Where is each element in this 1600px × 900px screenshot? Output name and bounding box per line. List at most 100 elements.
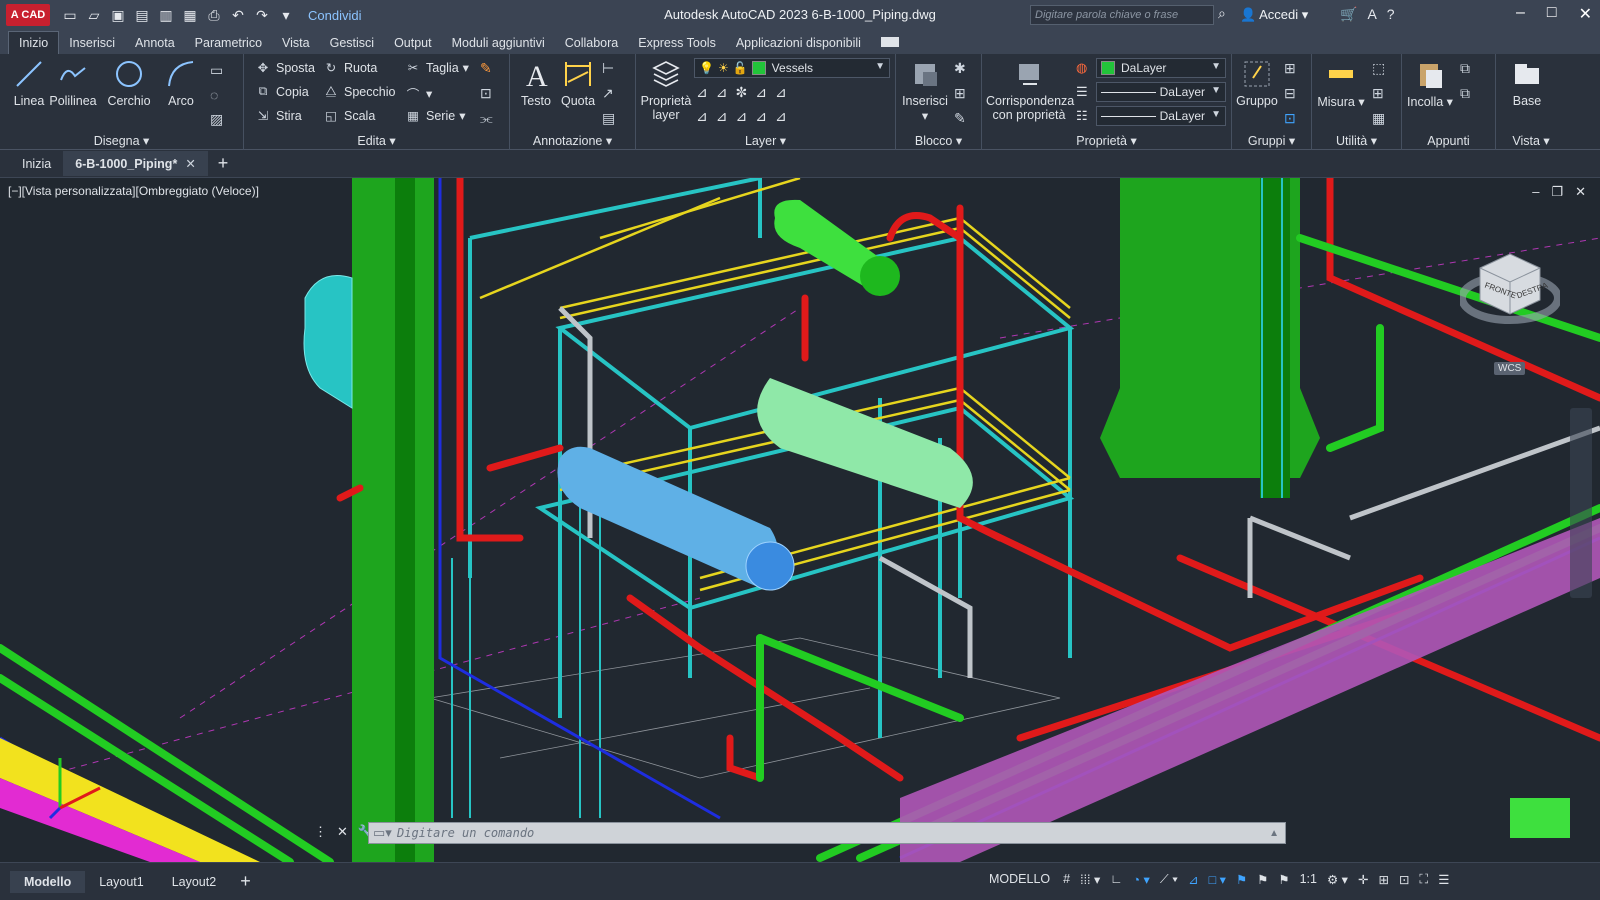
- calculator-icon[interactable]: ▦: [1372, 110, 1385, 127]
- select-all-icon[interactable]: ⊞: [1372, 85, 1385, 102]
- paste-button[interactable]: Incolla ▾: [1406, 58, 1454, 109]
- tab-start[interactable]: Inizia: [10, 152, 63, 176]
- layer-iso-icon[interactable]: ⊿: [716, 84, 728, 101]
- text-button[interactable]: A Testo: [518, 58, 554, 108]
- edit-block-icon[interactable]: ⊞: [954, 85, 966, 102]
- scale-dropdown[interactable]: 1:1: [1300, 872, 1317, 886]
- command-line[interactable]: ▭▾ Digitare un comando ▲: [368, 822, 1286, 844]
- annotation-scale-icon[interactable]: ⚑: [1278, 872, 1289, 887]
- tab-layout2[interactable]: Layout2: [158, 871, 230, 893]
- minimize-icon[interactable]: –: [1516, 4, 1525, 24]
- close-tab-icon[interactable]: ✕: [185, 157, 195, 171]
- osnap-icon[interactable]: ⊿: [1188, 872, 1198, 887]
- tab-vista[interactable]: Vista: [272, 32, 320, 54]
- layer-copy-icon[interactable]: ⊿: [716, 108, 728, 125]
- isolate-icon[interactable]: ⊡: [1399, 872, 1409, 887]
- tab-output[interactable]: Output: [384, 32, 442, 54]
- tab-inizio[interactable]: Inizio: [8, 31, 60, 54]
- linear-dim-icon[interactable]: ⊢: [602, 60, 615, 77]
- viewcube[interactable]: FRONTE DESTRA: [1458, 238, 1562, 338]
- table-icon[interactable]: ▤: [602, 110, 615, 127]
- command-close-icon[interactable]: ✕: [337, 824, 348, 840]
- rotate-button[interactable]: ↻ Ruota: [322, 60, 378, 76]
- panel-draw-label[interactable]: Disegna ▾: [0, 133, 243, 148]
- help-icon[interactable]: ?: [1387, 6, 1395, 23]
- tab-annota[interactable]: Annota: [125, 32, 185, 54]
- autodesk-app-icon[interactable]: A: [1367, 6, 1376, 23]
- hatch-icon[interactable]: ▨: [210, 111, 223, 128]
- erase-icon[interactable]: ✎: [480, 60, 493, 77]
- color-dropdown[interactable]: DaLayer ▼: [1096, 58, 1226, 78]
- tab-drawing[interactable]: 6-B-1000_Piping* ✕: [63, 151, 208, 176]
- mirror-button[interactable]: ⧋ Specchio: [322, 84, 395, 99]
- layer-merge-icon[interactable]: ⊿: [755, 108, 767, 125]
- panel-utilities-label[interactable]: Utilità ▾: [1312, 133, 1401, 148]
- tab-inserisci[interactable]: Inserisci: [59, 32, 125, 54]
- maximize-icon[interactable]: □: [1547, 4, 1557, 24]
- layer-current-icon[interactable]: ⊿: [696, 108, 708, 125]
- quick-select-icon[interactable]: ⬚: [1372, 60, 1385, 77]
- layer-delete-icon[interactable]: ⊿: [775, 108, 787, 125]
- leader-icon[interactable]: ↗: [602, 85, 615, 102]
- tab-collabora[interactable]: Collabora: [555, 32, 629, 54]
- viewport-restore-icon[interactable]: ❐: [1551, 184, 1563, 200]
- cut-icon[interactable]: ⧉: [1460, 60, 1470, 77]
- panel-modify-label[interactable]: Edita ▾: [244, 133, 509, 148]
- match-properties-button[interactable]: Corrispondenza con proprietà: [986, 58, 1074, 122]
- cart-icon[interactable]: 🛒: [1340, 6, 1357, 23]
- rectangle-icon[interactable]: ▭: [210, 62, 223, 79]
- panel-annotation-label[interactable]: Annotazione ▾: [510, 133, 635, 148]
- ortho-icon[interactable]: ∟: [1110, 872, 1122, 886]
- redo-icon[interactable]: ↷: [251, 6, 273, 24]
- open-icon[interactable]: ▱: [83, 6, 105, 24]
- dimension-button[interactable]: Quota: [558, 58, 598, 108]
- panel-groups-label[interactable]: Gruppi ▾: [1232, 133, 1311, 148]
- drawing-viewport[interactable]: [−][Vista personalizzata][Ombreggiato (V…: [0, 178, 1600, 862]
- save-icon[interactable]: ▣: [107, 6, 129, 24]
- model-space-toggle[interactable]: MODELLO: [986, 871, 1053, 887]
- tab-layout1[interactable]: Layout1: [85, 871, 157, 893]
- ungroup-icon[interactable]: ⊞: [1284, 60, 1296, 77]
- lineweight-dropdown[interactable]: DaLayer ▼: [1096, 82, 1226, 102]
- units-icon[interactable]: ⊞: [1378, 872, 1388, 887]
- layer-walk-icon[interactable]: ⊿: [735, 108, 747, 125]
- attribute-icon[interactable]: ✎: [954, 110, 966, 127]
- fullscreen-icon[interactable]: ⛶: [1419, 872, 1428, 887]
- layer-freeze-icon[interactable]: ✼: [735, 84, 747, 101]
- layer-match-icon[interactable]: ⊿: [696, 84, 708, 101]
- copy-clip-icon[interactable]: ⧉: [1460, 85, 1470, 102]
- move-button[interactable]: ✥ Sposta: [254, 60, 315, 76]
- arc-button[interactable]: Arco: [160, 58, 202, 108]
- tab-express-tools[interactable]: Express Tools: [628, 32, 726, 54]
- layer-dropdown[interactable]: 💡 ☀ 🔓 Vessels ▼: [694, 58, 890, 78]
- explode-icon[interactable]: ⊡: [480, 85, 493, 102]
- print-icon[interactable]: ⎙: [203, 6, 225, 24]
- close-icon[interactable]: ✕: [1579, 4, 1592, 24]
- group-button[interactable]: Gruppo: [1234, 58, 1280, 108]
- copy-button[interactable]: ⧉ Copia: [254, 84, 309, 99]
- base-button[interactable]: Base: [1502, 58, 1552, 108]
- tab-moduli[interactable]: Moduli aggiuntivi: [442, 32, 555, 54]
- measure-button[interactable]: Misura ▾: [1316, 58, 1366, 109]
- search-input[interactable]: Digitare parola chiave o frase: [1030, 5, 1214, 25]
- trim-button[interactable]: ✂ Taglia ▾: [404, 60, 469, 76]
- offset-icon[interactable]: ⫘: [480, 110, 493, 127]
- command-input[interactable]: Digitare un comando: [397, 826, 534, 840]
- grid-icon[interactable]: #: [1063, 872, 1070, 886]
- ribbon-minimize-icon[interactable]: [880, 37, 899, 47]
- layer-properties-button[interactable]: Proprietà layer: [640, 58, 692, 122]
- fillet-button[interactable]: ⌒ ▾: [404, 84, 433, 103]
- panel-block-label[interactable]: Blocco ▾: [896, 133, 981, 148]
- layer-lock-icon[interactable]: ⊿: [775, 84, 787, 101]
- plot-icon[interactable]: ▦: [179, 6, 201, 24]
- object-snap-icon[interactable]: □ ▾: [1209, 872, 1226, 887]
- ellipse-icon[interactable]: ◌: [210, 87, 223, 103]
- autoscale-icon[interactable]: ⚑: [1257, 872, 1268, 887]
- create-block-icon[interactable]: ✱: [954, 60, 966, 77]
- customization-menu-icon[interactable]: ☰: [1438, 872, 1449, 887]
- tab-model[interactable]: Modello: [10, 870, 86, 893]
- panel-layers-label[interactable]: Layer ▾: [636, 133, 895, 148]
- plus-icon[interactable]: ✛: [1358, 872, 1368, 887]
- group-select-icon[interactable]: ⊡: [1284, 110, 1296, 127]
- panel-properties-label[interactable]: Proprietà ▾: [982, 133, 1231, 148]
